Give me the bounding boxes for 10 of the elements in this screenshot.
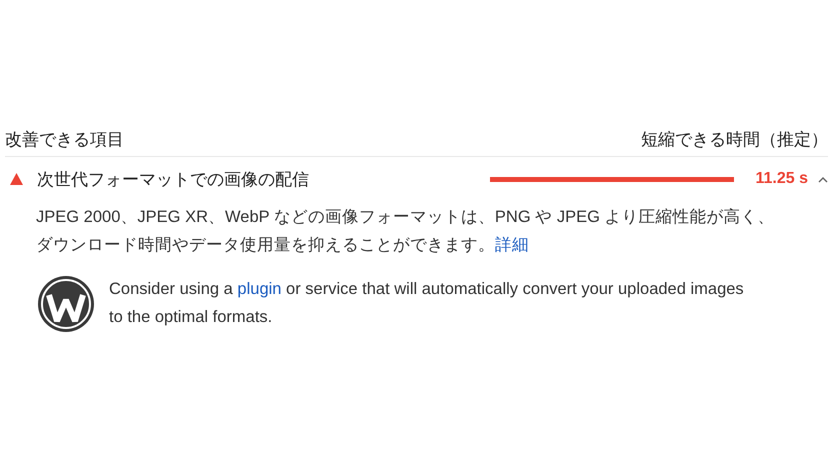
plugin-link[interactable]: plugin <box>237 280 282 298</box>
audit-description: JPEG 2000、JPEG XR、WebP などの画像フォーマットは、PNG や JPEG より圧縮性能が高く、ダウンロード時間やデータ使用量を抑えることができます。詳細 <box>36 207 776 256</box>
column-heading: 改善できる項目 <box>5 128 124 150</box>
logo-icon <box>37 275 95 333</box>
hint-text: Consider using a plugin or service that will automatically convert your uploaded images to the optimal formats. <box>109 279 745 328</box>
savings-time: 11.25 s <box>754 170 808 188</box>
column-heading: 短縮できる時間（推定） <box>641 128 828 150</box>
chevron-icon[interactable] <box>818 176 828 182</box>
audit-title[interactable]: 次世代フォーマットでの画像の配信 <box>37 168 490 190</box>
learn-more-link[interactable]: 詳細 <box>495 236 529 254</box>
